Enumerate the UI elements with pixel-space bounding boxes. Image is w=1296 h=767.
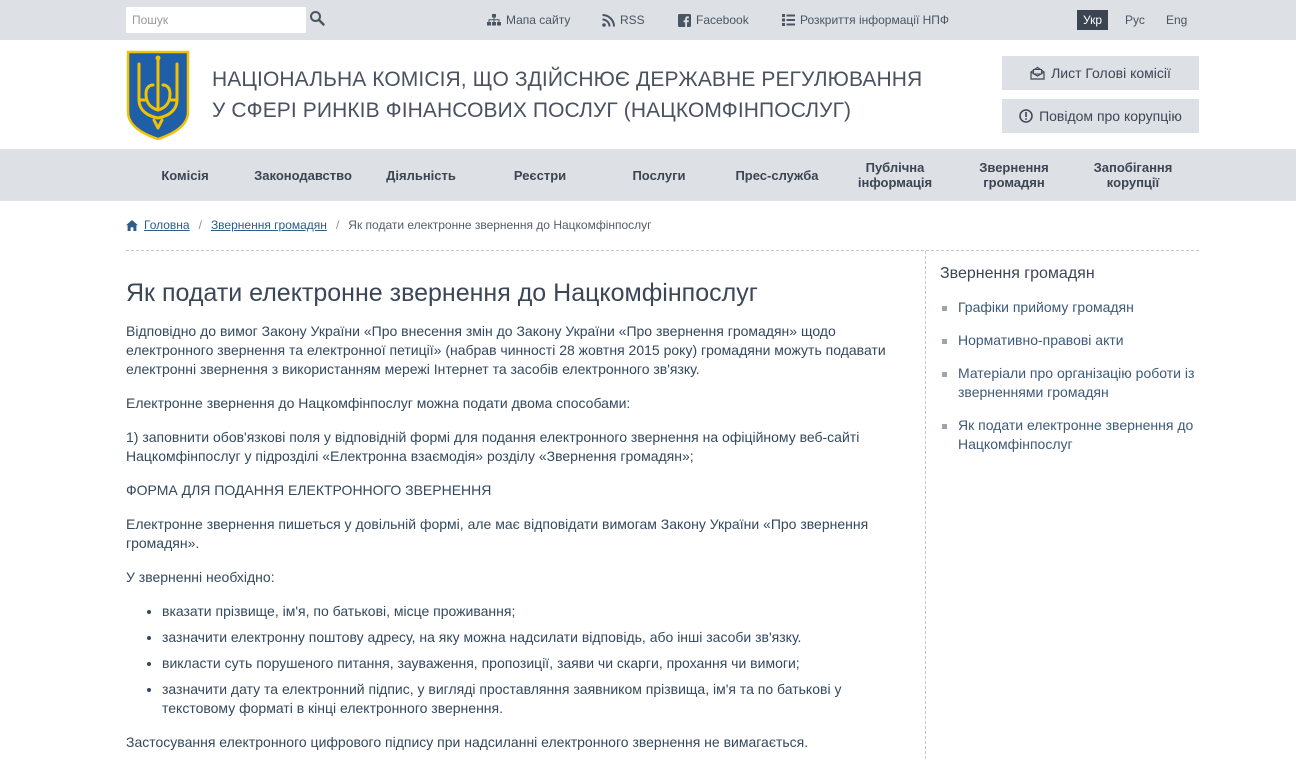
sidebar: Звернення громадян Графіки прийому грома… (940, 264, 1199, 468)
breadcrumb: Головна / Звернення громадян / Як подати… (126, 216, 652, 234)
nav-item-public-info[interactable]: Публічна інформація (836, 149, 954, 201)
article-paragraph: 1) заповнити обов'язкові поля у відповід… (126, 429, 860, 464)
sidebar-title: Звернення громадян (940, 265, 1095, 282)
sitemap-link[interactable]: Мапа сайту (487, 12, 570, 28)
sidebar-item-how-to-submit[interactable]: Як подати електронне звернення до Нацком… (940, 416, 1199, 454)
nav-anticorruption-line2: корупції (1106, 175, 1160, 190)
breadcrumb-home[interactable]: Головна (144, 218, 190, 232)
nav-appeals-line1: Звернення (979, 160, 1049, 175)
sidebar-item-legal-acts[interactable]: Нормативно-правові акти (940, 331, 1199, 350)
article-paragraph: У зверненні необхідно: (126, 569, 275, 585)
sitemap-icon (487, 14, 501, 26)
nav-item-registers[interactable]: Реєстри (480, 149, 600, 201)
sidebar-divider (925, 251, 926, 759)
letter-to-head-label: Лист Голові комісії (1051, 65, 1171, 81)
site-title[interactable]: НАЦІОНАЛЬНА КОМІСІЯ, ЩО ЗДІЙСНЮЄ ДЕРЖАВН… (212, 64, 932, 126)
rss-label: RSS (620, 13, 645, 27)
breadcrumb-current: Як подати електронне звернення до Нацком… (348, 218, 652, 232)
article-paragraph: Електронне звернення до Нацкомфінпослуг … (126, 395, 631, 411)
alert-circle-icon (1019, 109, 1033, 123)
requirements-list: вказати прізвище, ім'я, по батькові, міс… (126, 602, 911, 718)
search-button[interactable] (309, 10, 329, 30)
breadcrumb-separator: / (198, 218, 202, 232)
appeal-form-link[interactable]: ФОРМА ДЛЯ ПОДАННЯ ЕЛЕКТРОННОГО ЗВЕРНЕННЯ (126, 481, 911, 500)
envelope-icon (1030, 66, 1045, 80)
article-content: Як подати електронне звернення до Нацком… (126, 278, 911, 767)
facebook-label: Facebook (696, 13, 749, 27)
facebook-link[interactable]: Facebook (678, 12, 749, 28)
sidebar-item-materials[interactable]: Матеріали про організацію роботи із звер… (940, 364, 1199, 402)
rss-link[interactable]: RSS (602, 12, 645, 28)
article-paragraph: Застосування електронного цифрового підп… (126, 734, 809, 750)
nav-item-anti-corruption[interactable]: Запобігання корупції (1074, 149, 1192, 201)
report-corruption-button[interactable]: Повідом про корупцію (1002, 99, 1199, 133)
main-navigation: Комісія Законодавство Діяльність Реєстри… (0, 149, 1296, 201)
content-divider (126, 250, 1199, 251)
nav-item-commission[interactable]: Комісія (126, 149, 244, 201)
list-item: вказати прізвище, ім'я, по батькові, міс… (162, 602, 911, 621)
search-icon (310, 11, 325, 26)
nav-item-legislation[interactable]: Законодавство (244, 149, 362, 201)
rss-icon (602, 13, 615, 27)
coat-of-arms-logo[interactable] (126, 50, 190, 141)
breadcrumb-separator: / (335, 218, 340, 232)
nav-item-activity[interactable]: Діяльність (362, 149, 480, 201)
nav-anticorruption-line1: Запобігання (1093, 160, 1173, 175)
report-corruption-label: Повідом про корупцію (1039, 108, 1182, 124)
nav-item-services[interactable]: Послуги (600, 149, 718, 201)
letter-to-head-button[interactable]: Лист Голові комісії (1002, 56, 1199, 90)
nav-item-citizen-appeals[interactable]: Звернення громадян (954, 149, 1074, 201)
site-title-line1: НАЦІОНАЛЬНА КОМІСІЯ, ЩО ЗДІЙСНЮЄ ДЕРЖАВН… (212, 68, 923, 91)
site-title-line2: У СФЕРІ РИНКІВ ФІНАНСОВИХ ПОСЛУГ (НАЦКОМ… (212, 99, 852, 122)
lang-eng[interactable]: Eng (1160, 10, 1193, 30)
nav-item-press[interactable]: Прес-служба (718, 149, 836, 201)
list-item: викласти суть порушеного питання, зауваж… (162, 654, 911, 673)
disclosure-link[interactable]: Розкриття інформації НПФ (782, 12, 949, 28)
trident-emblem (126, 50, 190, 141)
list-item: зазначити дату та електронний підпис, у … (162, 680, 911, 718)
lang-rus[interactable]: Рус (1119, 10, 1151, 30)
nav-public-info-line2: інформація (857, 175, 933, 190)
page-title: Як подати електронне звернення до Нацком… (126, 279, 758, 307)
nav-public-info-line1: Публічна (865, 160, 925, 175)
article-paragraph: Електронне звернення пишеться у довільні… (126, 516, 869, 551)
facebook-icon (678, 13, 691, 27)
article-paragraph: Відповідно до вимог Закону України «Про … (126, 323, 886, 377)
list-icon (782, 14, 795, 26)
breadcrumb-section[interactable]: Звернення громадян (211, 218, 327, 232)
sidebar-item-reception-schedule[interactable]: Графіки прийому громадян (940, 298, 1199, 317)
lang-ukr[interactable]: Укр (1077, 10, 1109, 30)
list-item: зазначити електронну поштову адресу, на … (162, 628, 911, 647)
sidebar-menu: Графіки прийому громадян Нормативно-прав… (940, 298, 1199, 454)
home-icon[interactable] (126, 219, 138, 231)
search-input[interactable] (126, 7, 306, 33)
disclosure-label: Розкриття інформації НПФ (800, 13, 950, 27)
top-bar: Мапа сайту RSS Facebook Розкриття інформ… (0, 0, 1296, 40)
nav-appeals-line2: громадян (983, 175, 1045, 190)
sitemap-label: Мапа сайту (506, 13, 571, 27)
